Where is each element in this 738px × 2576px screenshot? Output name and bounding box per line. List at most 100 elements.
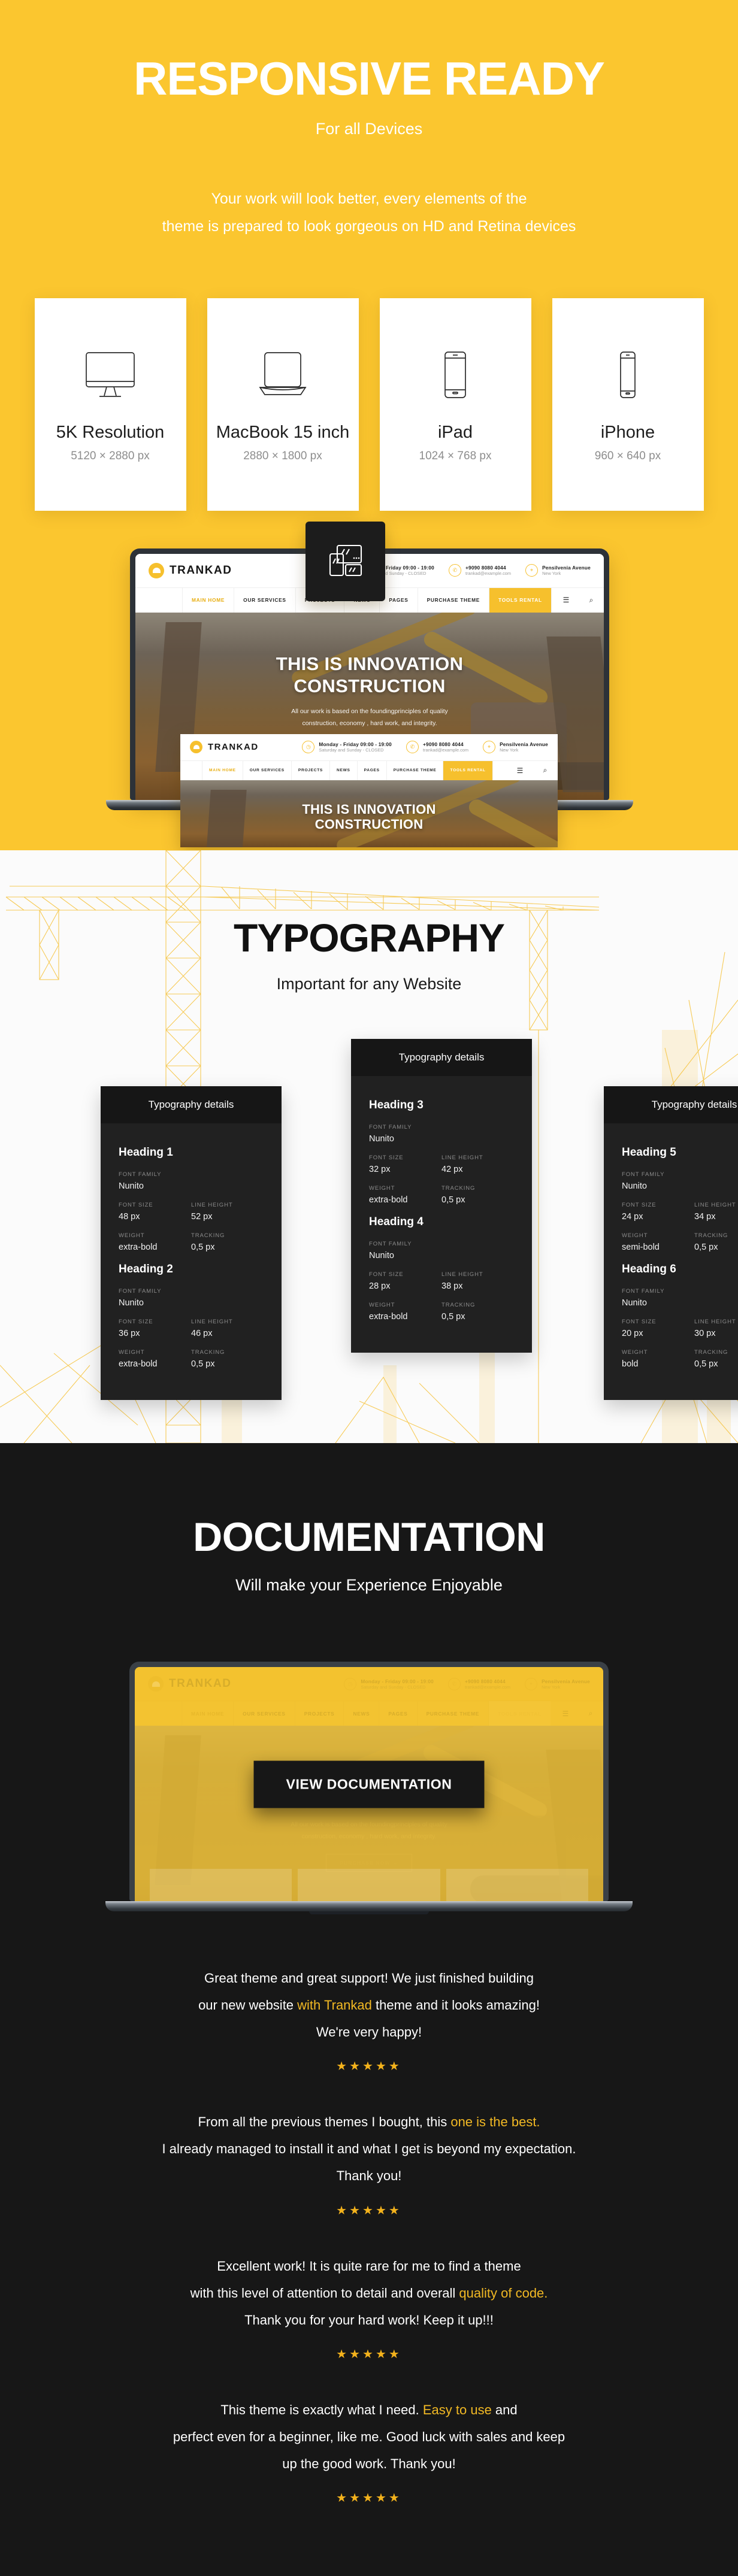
label-tracking: TRACKING xyxy=(441,1185,476,1192)
responsive-lead: Your work will look better, every elemen… xyxy=(0,185,738,241)
device-name: iPad xyxy=(437,423,473,442)
view-documentation-button[interactable]: VIEW DOCUMENTATION xyxy=(253,1760,485,1808)
star-rating: ★★★★★ xyxy=(336,2492,402,2505)
overlay-hero-line-1: THIS IS INNOVATION xyxy=(302,801,436,817)
testimonial-text: This theme is exactly what I need. Easy … xyxy=(0,2396,738,2477)
phone-icon: ✆ xyxy=(448,564,461,577)
site-hero-heading: THIS IS INNOVATION CONSTRUCTION xyxy=(276,653,464,697)
value-font-size: 20 px xyxy=(622,1329,643,1338)
value-font-size: 32 px xyxy=(369,1165,391,1174)
value-weight: extra-bold xyxy=(369,1195,408,1205)
device-resolution: 5120 × 2880 px xyxy=(71,450,150,462)
testimonial-line: up the good work. Thank you! xyxy=(282,2456,456,2472)
label-tracking: TRACKING xyxy=(441,1302,476,1308)
overlay-nav-projects[interactable]: PROJECTS xyxy=(292,760,331,780)
hamburger-menu-icon[interactable]: ☰ xyxy=(554,588,579,613)
overlay-brand-name: TRANKAD xyxy=(208,742,259,752)
label-weight: WEIGHT xyxy=(369,1185,395,1192)
device-name: iPhone xyxy=(600,423,655,442)
overlay-address-info: ⌖ Pensilvenia Avenue New York xyxy=(483,741,548,753)
hero-para-2: construction, economy , hard work, and i… xyxy=(302,719,437,727)
overlay-hero: THIS IS INNOVATION CONSTRUCTION xyxy=(180,780,558,847)
overlay-navigation: MAIN HOME OUR SERVICES PROJECTS NEWS PAG… xyxy=(180,760,558,780)
label-tracking: TRACKING xyxy=(694,1349,728,1356)
device-resolution: 1024 × 768 px xyxy=(419,450,492,462)
responsive-ready-section: RESPONSIVE READY For all Devices Your wo… xyxy=(0,0,738,850)
nav-item-main-home[interactable]: MAIN HOME xyxy=(182,587,235,613)
site-email: trankad@example.com xyxy=(465,571,512,576)
nav-item-our-services[interactable]: OUR SERVICES xyxy=(234,587,296,613)
label-font-size: FONT SIZE xyxy=(369,1154,404,1161)
value-font-family: Nunito xyxy=(119,1298,144,1308)
desktop-monitor-icon xyxy=(83,331,138,418)
overlay-site-logo[interactable]: TRANKAD xyxy=(190,741,259,753)
device-mockup-group: TRANKAD ◷ Monday - Friday 09:00 - 19:00 … xyxy=(0,521,738,848)
helmet-logo-icon xyxy=(190,741,202,753)
label-font-family: FONT FAMILY xyxy=(119,1171,162,1178)
overlay-hours-info: ◷ Monday - Friday 09:00 - 19:00 Saturday… xyxy=(302,741,392,753)
testimonial-line: Thank you! xyxy=(336,2168,402,2184)
label-line-height: LINE HEIGHT xyxy=(694,1319,736,1325)
star-rating: ★★★★★ xyxy=(336,2204,402,2217)
location-pin-icon: ⌖ xyxy=(483,741,496,753)
overlay-contact-info: ✆ +9090 8080 4044 trankad@example.com xyxy=(406,741,468,753)
site-logo[interactable]: TRANKAD xyxy=(149,562,232,578)
overlay-site-header: TRANKAD ◷ Monday - Friday 09:00 - 19:00 … xyxy=(180,734,558,760)
device-card-5k[interactable]: 5K Resolution 5120 × 2880 px xyxy=(34,298,186,511)
overlay-hero-content: THIS IS INNOVATION CONSTRUCTION xyxy=(180,780,558,847)
device-resolution: 960 × 640 px xyxy=(594,450,661,462)
value-font-family: Nunito xyxy=(369,1134,394,1144)
typography-card-header: Typography details xyxy=(604,1086,738,1123)
overlay-nav-tools-rental[interactable]: TOOLS RENTAL xyxy=(443,760,493,780)
label-font-size: FONT SIZE xyxy=(369,1271,404,1278)
value-font-size: 36 px xyxy=(119,1329,140,1338)
documentation-laptop-screen: TRANKAD ◷ Monday - Friday 09:00 - 19:00 … xyxy=(129,1662,609,1901)
nav-item-pages[interactable]: PAGES xyxy=(380,587,418,613)
tablet-icon xyxy=(428,331,483,418)
nav-item-purchase-theme[interactable]: PURCHASE THEME xyxy=(418,587,490,613)
hero-line-2: CONSTRUCTION xyxy=(294,675,446,697)
laptop-icon xyxy=(255,331,310,418)
typography-heading-name: Heading 5 xyxy=(622,1146,676,1159)
value-weight: semi-bold xyxy=(622,1242,660,1252)
hamburger-menu-icon[interactable]: ☰ xyxy=(507,761,533,780)
typography-heading-name: Heading 3 xyxy=(369,1099,424,1111)
label-weight: WEIGHT xyxy=(119,1232,145,1239)
testimonial-line: Great theme and great support! We just f… xyxy=(204,1971,534,1986)
device-resolution: 2880 × 1800 px xyxy=(243,450,322,462)
typography-card-3: Typography details Heading 5 FONT FAMILY… xyxy=(604,1086,738,1400)
label-weight: WEIGHT xyxy=(369,1302,395,1308)
testimonial-item: Excellent work! It is quite rare for me … xyxy=(0,2253,738,2362)
documentation-website-preview: TRANKAD ◷ Monday - Friday 09:00 - 19:00 … xyxy=(135,1667,603,1901)
overlay-nav-pages[interactable]: PAGES xyxy=(358,760,387,780)
phone-icon: ✆ xyxy=(406,741,419,753)
star-rating: ★★★★★ xyxy=(336,2347,402,2361)
documentation-subtitle: Will make your Experience Enjoyable xyxy=(235,1576,503,1594)
device-card-ipad[interactable]: iPad 1024 × 768 px xyxy=(379,298,531,511)
typography-card-1: Typography details Heading 1 FONT FAMILY… xyxy=(101,1086,282,1400)
label-tracking: TRACKING xyxy=(694,1232,728,1239)
label-line-height: LINE HEIGHT xyxy=(191,1202,233,1208)
doc-feature-card-row xyxy=(135,1869,603,1901)
testimonial-list: Great theme and great support! We just f… xyxy=(0,1914,738,2505)
hero-line-1: THIS IS INNOVATION xyxy=(276,653,464,675)
label-font-size: FONT SIZE xyxy=(622,1202,657,1208)
helmet-logo-icon xyxy=(149,562,164,578)
label-line-height: LINE HEIGHT xyxy=(441,1154,483,1161)
search-icon[interactable]: ⌕ xyxy=(579,588,604,613)
overlay-nav-purchase-theme[interactable]: PURCHASE THEME xyxy=(387,760,444,780)
typography-heading-name: Heading 1 xyxy=(119,1146,173,1159)
device-card-macbook[interactable]: MacBook 15 inch 2880 × 1800 px xyxy=(207,298,359,511)
device-card-iphone[interactable]: iPhone 960 × 640 px xyxy=(552,298,704,511)
value-tracking: 0,5 px xyxy=(191,1242,215,1252)
typography-card-header: Typography details xyxy=(101,1086,282,1123)
responsive-subtitle: For all Devices xyxy=(315,120,423,138)
overlay-nav-news[interactable]: NEWS xyxy=(330,760,358,780)
responsive-devices-icon xyxy=(329,544,362,577)
search-icon[interactable]: ⌕ xyxy=(533,761,558,780)
overlay-nav-main-home[interactable]: MAIN HOME xyxy=(202,760,243,780)
site-phone: +9090 8080 4044 xyxy=(465,565,506,571)
label-font-size: FONT SIZE xyxy=(119,1319,153,1325)
overlay-nav-our-services[interactable]: OUR SERVICES xyxy=(243,760,292,780)
nav-item-tools-rental[interactable]: TOOLS RENTAL xyxy=(489,587,552,613)
